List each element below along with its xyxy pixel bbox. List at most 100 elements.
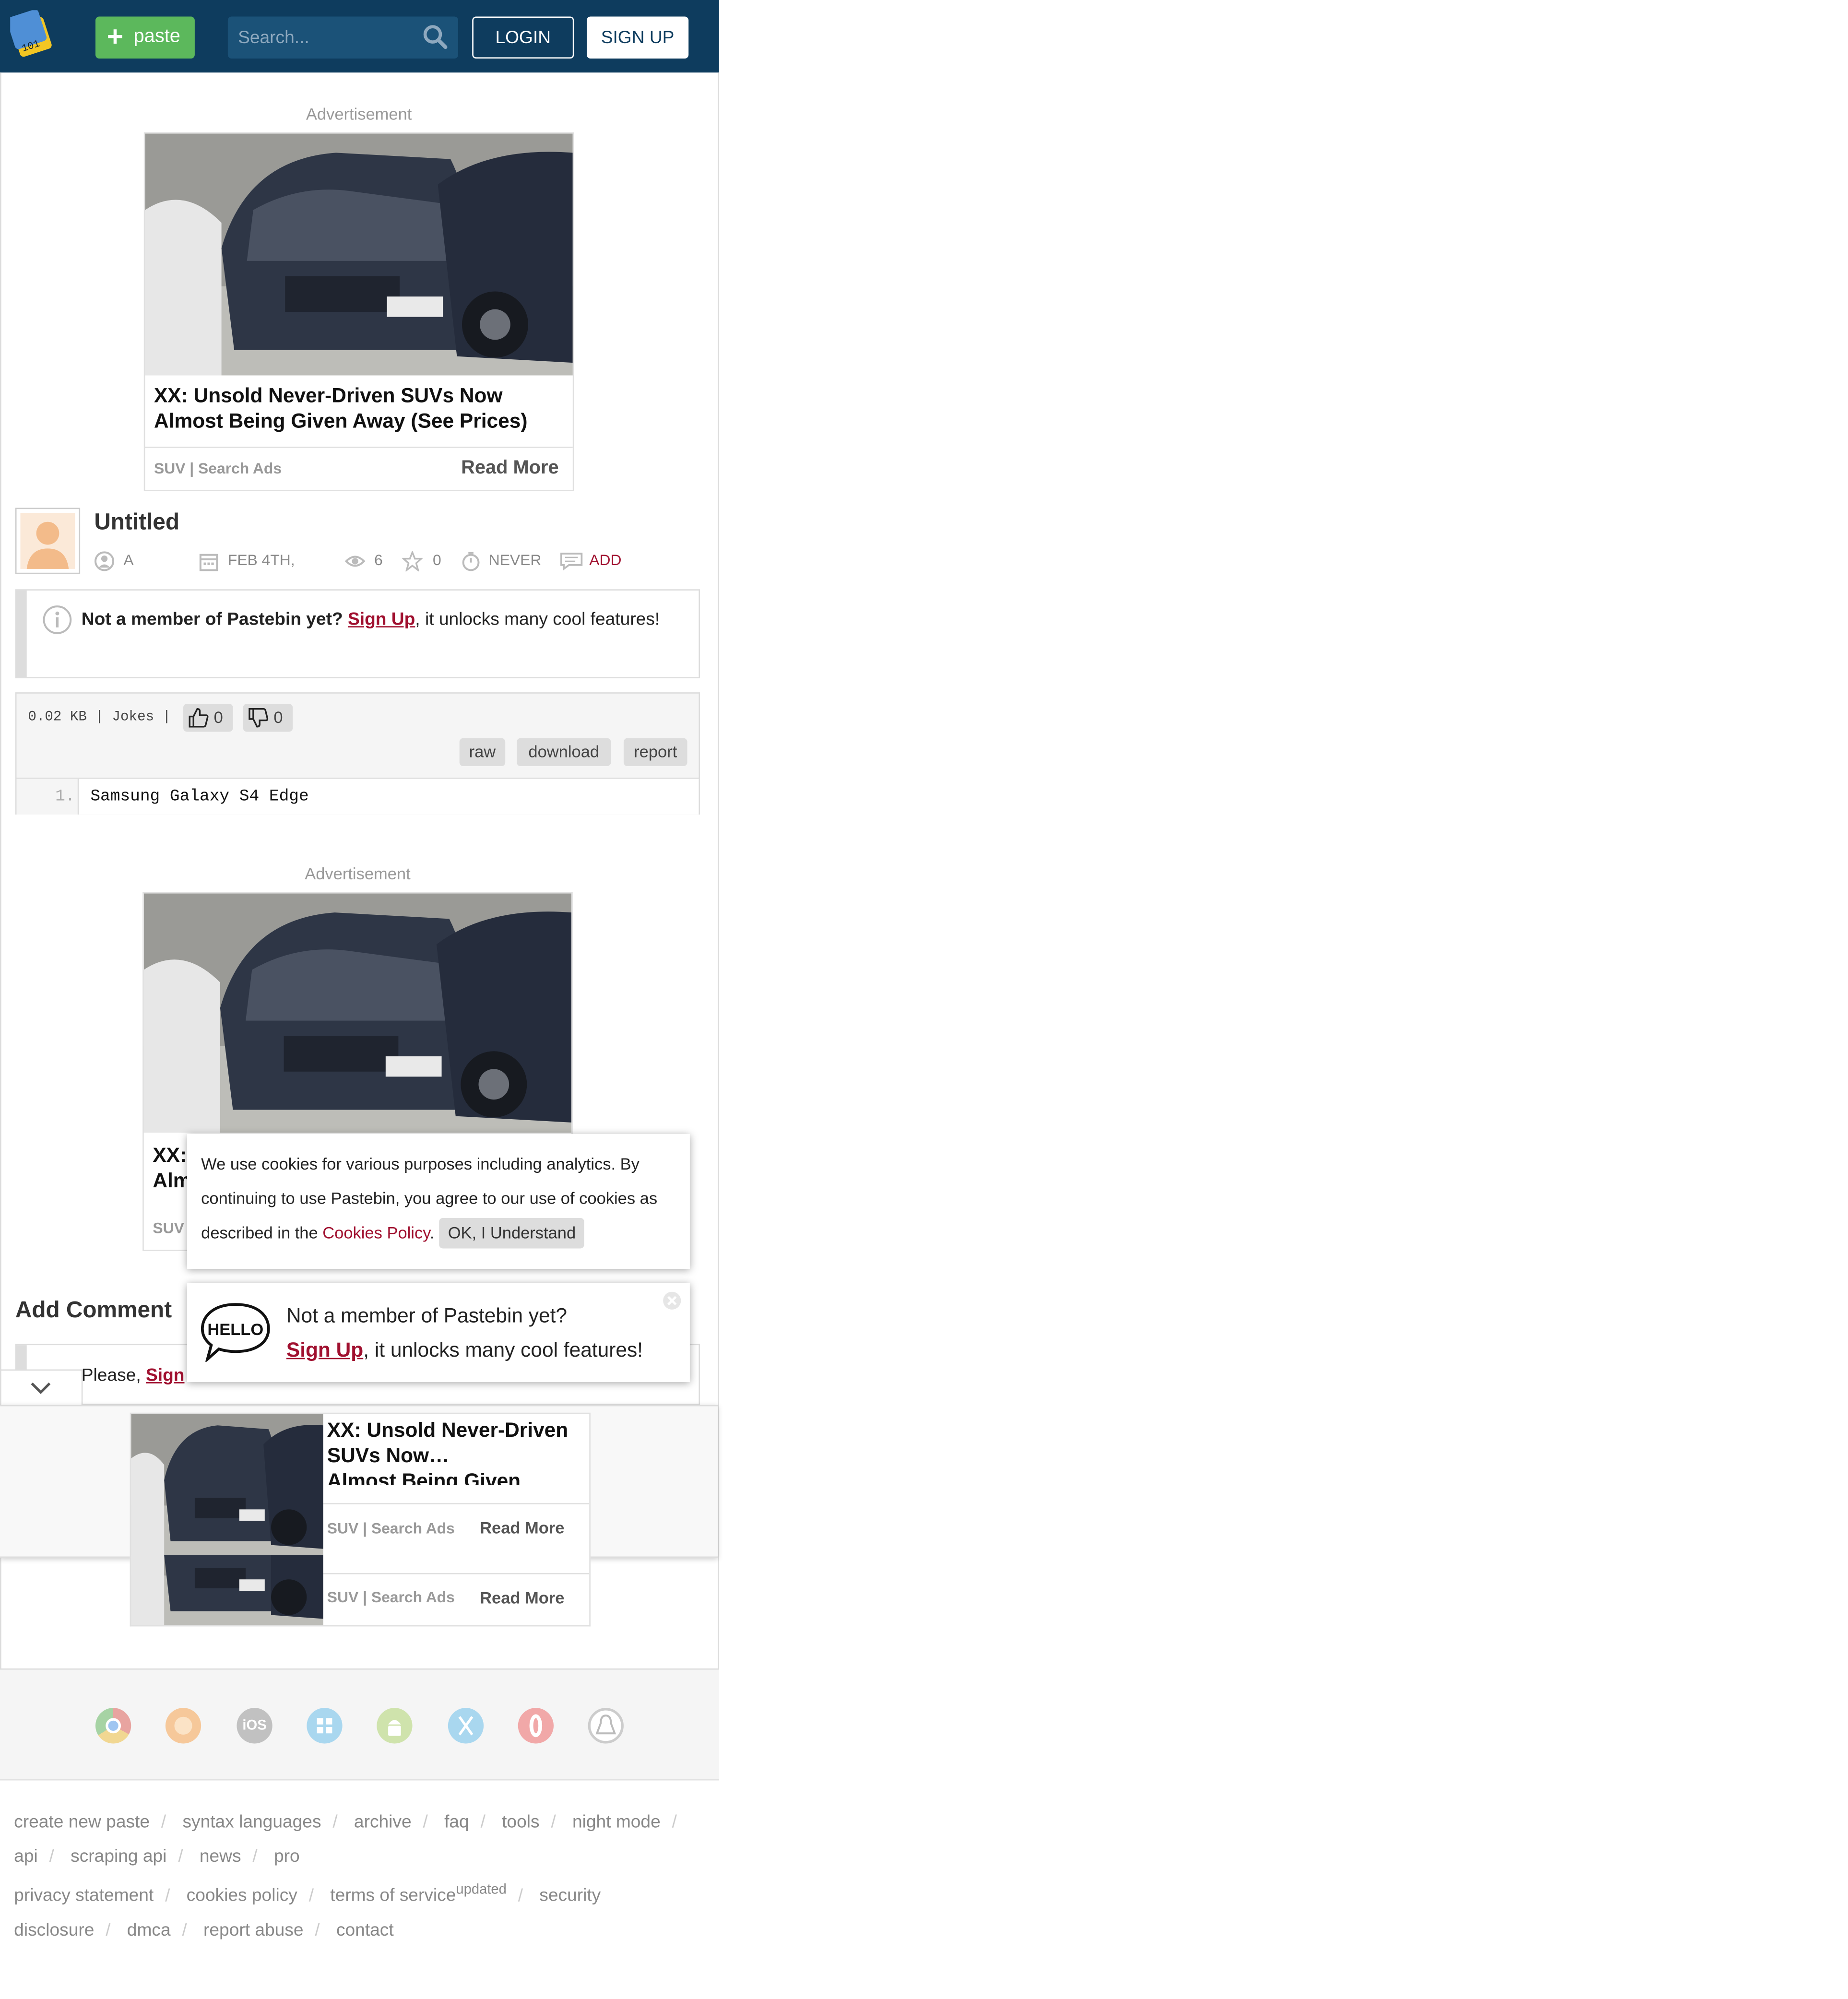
ad-divider (323, 1573, 590, 1574)
paste-expiry: NEVER (488, 551, 542, 569)
footer-link-dmca[interactable]: dmca (127, 1919, 171, 1939)
download-button[interactable]: download (517, 738, 611, 767)
hello-speech-icon: HELLO (200, 1301, 272, 1363)
comment-signin-link[interactable]: Sign (146, 1364, 184, 1384)
ad-car-image[interactable] (143, 893, 572, 1133)
close-icon[interactable] (662, 1290, 682, 1311)
ad-label: Advertisement (306, 104, 412, 124)
footer-link-terms-of-service[interactable]: terms of service (330, 1884, 456, 1904)
like-button[interactable]: 0 (183, 704, 233, 732)
hello-rest: , it unlocks many cool features! (363, 1340, 643, 1362)
hello-lead: Not a member of Pastebin yet? (286, 1305, 568, 1327)
cookie-text-end: . (429, 1223, 435, 1242)
footer-link-tools[interactable]: tools (502, 1811, 539, 1831)
ad-headline[interactable]: XX: Unsold Never-Driven SUVs Now Almost … (154, 384, 561, 435)
sticky-ad-headline[interactable]: XX: Unsold Never-Driven SUVs Now… (327, 1420, 568, 1467)
macos-icon[interactable] (448, 1708, 484, 1744)
footer-link-archive[interactable]: archive (354, 1811, 412, 1831)
windows-glyph (317, 1718, 332, 1734)
raw-button[interactable]: raw (459, 738, 506, 767)
windows-icon[interactable] (307, 1708, 343, 1744)
footer-link-night-mode[interactable]: night mode (572, 1811, 661, 1831)
member-notice-rest: , it unlocks many cool features! (415, 608, 660, 629)
opera-glyph (529, 1714, 543, 1738)
underlying-ad-source: SUV | Search Ads (327, 1588, 455, 1606)
footer-link-news[interactable]: news (200, 1845, 241, 1866)
chrome-icon[interactable] (95, 1708, 131, 1744)
footer-link-syntax-languages[interactable]: syntax languages (182, 1811, 321, 1831)
search-box[interactable]: Search... (227, 16, 459, 59)
star-icon[interactable] (402, 551, 423, 572)
chevron-down-icon (31, 1382, 51, 1395)
underlying-ad-read-more[interactable]: Read More (480, 1588, 564, 1608)
comment-icon[interactable] (560, 551, 583, 571)
add-comment-heading: Add Comment (15, 1297, 172, 1323)
paste-category[interactable]: Jokes (112, 710, 154, 725)
ad-source: SUV | Search Ads (154, 459, 282, 477)
x-glyph (458, 1716, 474, 1736)
underlying-ad-image[interactable] (131, 1555, 323, 1625)
hello-badge-text: HELLO (207, 1321, 263, 1339)
opera-icon[interactable] (518, 1708, 554, 1744)
linux-icon[interactable] (588, 1708, 624, 1744)
paste-stars: 0 (432, 551, 441, 569)
footer-link-cookies-policy[interactable]: cookies policy (187, 1884, 297, 1904)
signup-button[interactable]: SIGN UP (586, 16, 689, 59)
underlying-ad[interactable]: SUV | Search Ads Read More (130, 1555, 591, 1627)
new-paste-button[interactable]: + paste (95, 16, 195, 59)
footer-link-report-abuse[interactable]: report abuse (203, 1919, 304, 1939)
cookies-policy-link[interactable]: Cookies Policy (322, 1223, 430, 1242)
add-comment-link[interactable]: ADD (589, 551, 621, 569)
paste-size: 0.02 KB (28, 710, 87, 726)
collapse-ad-button[interactable] (0, 1369, 83, 1408)
footer-link-create-new-paste[interactable]: create new paste (14, 1811, 150, 1831)
footer-link-faq[interactable]: faq (444, 1811, 469, 1831)
dislike-button[interactable]: 0 (243, 704, 293, 732)
paste-date: FEB 4TH, (227, 551, 295, 569)
paste-author[interactable]: A (123, 551, 133, 569)
search-input[interactable]: Search... (238, 27, 309, 47)
firefox-icon[interactable] (165, 1708, 201, 1744)
thumbs-up-icon (189, 708, 209, 728)
signup-link[interactable]: Sign Up (348, 608, 415, 628)
footer-link-pro[interactable]: pro (274, 1845, 300, 1866)
updated-badge: updated (456, 1882, 507, 1898)
android-icon[interactable] (377, 1708, 413, 1744)
ad-label: Advertisement (305, 864, 411, 884)
author-avatar[interactable] (15, 508, 81, 574)
sticky-ad-read-more[interactable]: Read More (480, 1518, 564, 1538)
hello-signup-link[interactable]: Sign Up (286, 1340, 363, 1362)
footer-link-contact[interactable]: contact (336, 1919, 394, 1939)
comment-prompt: Please, (81, 1364, 141, 1385)
like-count: 0 (213, 708, 223, 727)
ad-source-partial: SUV (153, 1219, 184, 1237)
sticky-ad-headline-cut[interactable]: Almost Being Given (327, 1471, 521, 1485)
footer-link-scraping-api[interactable]: scraping api (71, 1845, 166, 1866)
signup-popup: HELLO Not a member of Pastebin yet? Sign… (187, 1283, 690, 1383)
line-gutter: 1. (16, 779, 79, 815)
ad-headline-partial[interactable]: XX: Alm (153, 1144, 191, 1195)
code-line[interactable]: Samsung Galaxy S4 Edge (90, 786, 308, 805)
sticky-ad[interactable]: XX: Unsold Never-Driven SUVs Now… Almost… (130, 1412, 591, 1557)
ad-read-more[interactable]: Read More (461, 457, 558, 478)
footer-link-api[interactable]: api (14, 1845, 38, 1866)
footer-links: create new paste / syntax languages / arch… (14, 1811, 677, 1940)
member-notice-lead: Not a member of Pastebin yet? (81, 608, 343, 629)
notice-accent (16, 590, 27, 677)
footer-link-privacy-statement[interactable]: privacy statement (14, 1884, 154, 1904)
search-icon[interactable] (423, 24, 448, 49)
calendar-icon (199, 554, 218, 571)
sponsored-ad[interactable]: XX: Unsold Never-Driven SUVs Now Almost … (143, 132, 574, 492)
dislike-count: 0 (273, 708, 283, 727)
info-icon (43, 605, 72, 634)
paste-views: 6 (374, 551, 383, 569)
pastebin-logo[interactable]: 101 (7, 9, 56, 61)
plus-icon: + (107, 20, 123, 52)
report-button[interactable]: report (623, 738, 687, 767)
ad-car-image[interactable] (145, 133, 573, 376)
cookie-accept-button[interactable]: OK, I Understand (439, 1218, 585, 1249)
ios-icon[interactable]: iOS (237, 1708, 272, 1744)
login-button[interactable]: LOGIN (472, 16, 574, 59)
line-number: 1. (55, 786, 75, 806)
sticky-ad-image[interactable] (131, 1414, 323, 1555)
